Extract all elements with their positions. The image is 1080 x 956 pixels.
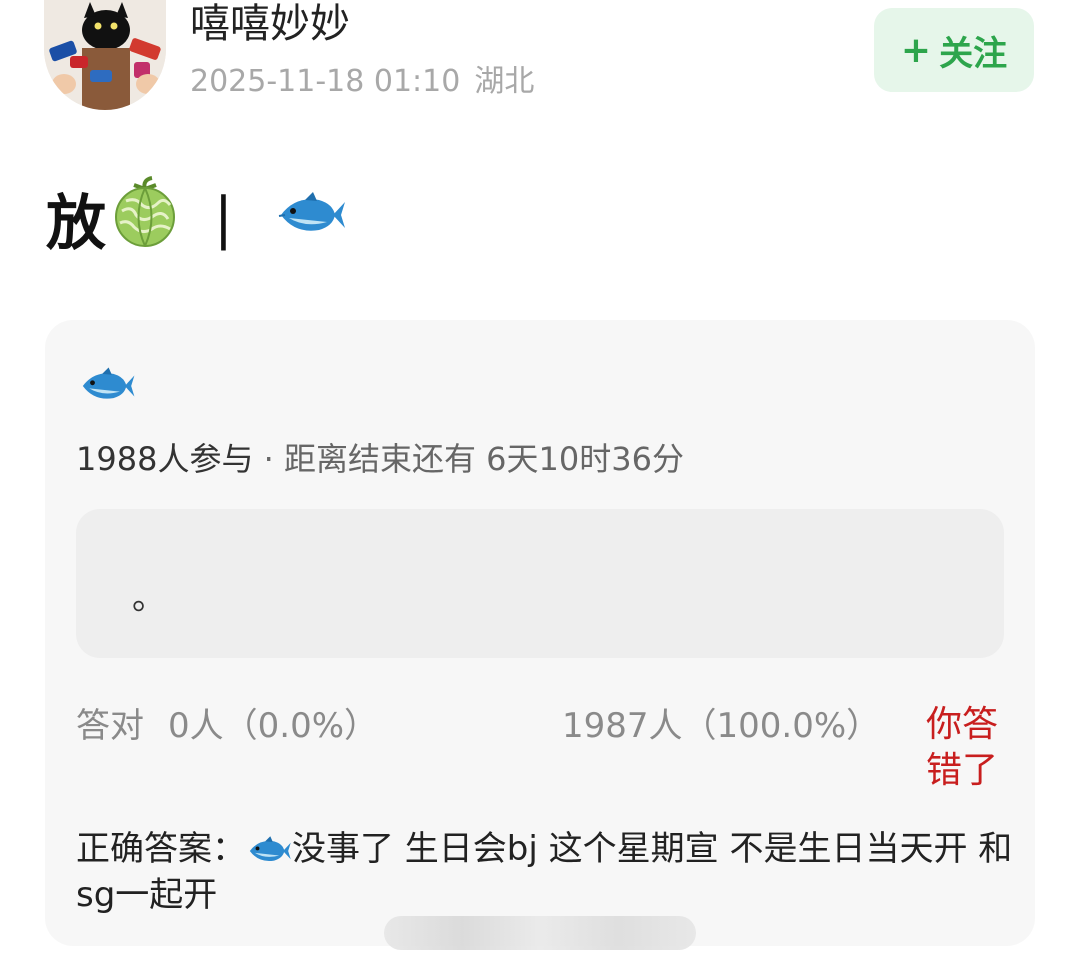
fish-emoji-icon	[78, 366, 136, 410]
melon-emoji-icon	[112, 175, 178, 262]
avatar[interactable]	[44, 0, 166, 110]
wrong-stats: 1987人（100.0%）	[562, 706, 881, 746]
stats-dot: ·	[263, 440, 274, 478]
post-location: 湖北	[474, 64, 535, 99]
quiz-stats: 1988人参与 · 距离结束还有 6天10时36分	[76, 437, 684, 481]
quiz-option-text: 。	[132, 578, 166, 618]
answer-label: 正确答案：	[76, 829, 246, 869]
watermark	[384, 916, 696, 950]
post-meta: 2025-11-18 01:10 湖北	[190, 62, 534, 102]
correct-label: 答对	[76, 706, 144, 746]
fish-emoji-icon	[246, 829, 292, 869]
countdown-text: 距离结束还有 6天10时36分	[283, 440, 684, 478]
correct-answer: 正确答案： 没事了 生日会bj 这个星期宣 不是生日当天开 和sg一起开	[76, 826, 1016, 918]
follow-label: 关注	[939, 33, 1008, 74]
follow-button[interactable]: + 关注	[874, 8, 1034, 92]
quiz-option[interactable]	[76, 509, 1004, 658]
title-separator: |	[214, 185, 233, 251]
post-title: 放 |	[46, 175, 347, 259]
plus-icon: +	[900, 29, 932, 71]
your-result-badge: 你答错了	[926, 704, 999, 791]
post-time: 2025-11-18 01:10	[190, 64, 461, 99]
post-title-text: 放	[46, 188, 106, 259]
correct-result: 答对 0人（0.0%）	[76, 702, 378, 750]
fish-emoji-icon	[275, 183, 347, 253]
author-name[interactable]: 嘻嘻妙妙	[190, 0, 350, 48]
participant-count: 1988人参与	[76, 440, 254, 478]
correct-stats: 0人（0.0%）	[168, 706, 379, 746]
